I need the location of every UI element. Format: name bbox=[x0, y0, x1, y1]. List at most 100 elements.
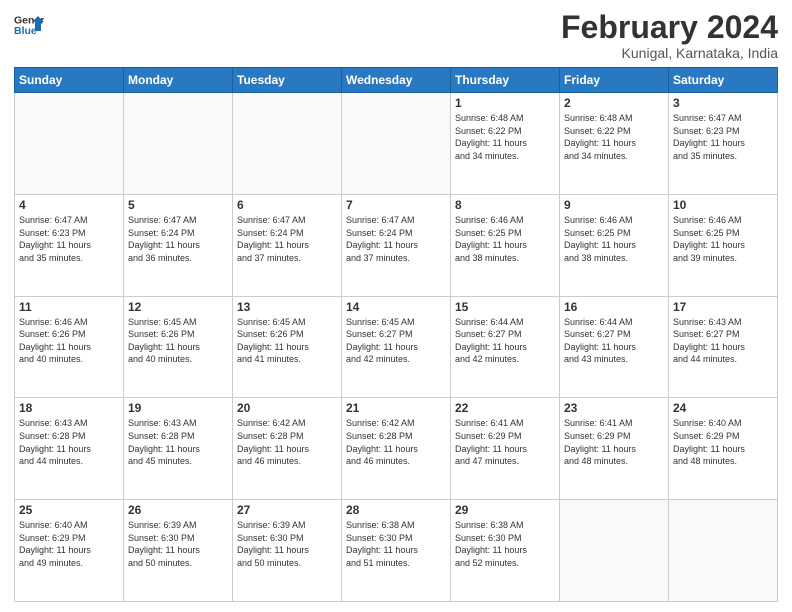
calendar-day-cell: 1 Sunrise: 6:48 AMSunset: 6:22 PMDaylight… bbox=[451, 93, 560, 195]
calendar-day-cell: 5Sunrise: 6:47 AMSunset: 6:24 PMDaylight… bbox=[124, 194, 233, 296]
calendar-day-cell: 10 Sunrise: 6:46 AMSunset: 6:25 PMDayligh… bbox=[669, 194, 778, 296]
calendar-day-cell: 7Sunrise: 6:47 AMSunset: 6:24 PMDaylight… bbox=[342, 194, 451, 296]
weekday-header-row: SundayMondayTuesdayWednesdayThursdayFrid… bbox=[15, 68, 778, 93]
header: General Blue February 2024 Kunigal, Karn… bbox=[14, 10, 778, 61]
weekday-header: Wednesday bbox=[342, 68, 451, 93]
calendar-day-cell: 4 Sunrise: 6:47 AMSunset: 6:23 PMDaylight… bbox=[15, 194, 124, 296]
logo-icon: General Blue bbox=[14, 10, 44, 40]
day-info: Sunrise: 6:43 AMSunset: 6:28 PMDaylight:… bbox=[128, 417, 228, 467]
day-number: 19 bbox=[128, 401, 228, 415]
day-info: Sunrise: 6:48 AMSunset: 6:22 PMDaylight:… bbox=[455, 112, 555, 162]
calendar-day-cell: 6 Sunrise: 6:47 AMSunset: 6:24 PMDaylight… bbox=[233, 194, 342, 296]
day-number: 8 bbox=[455, 198, 555, 212]
day-number: 6 bbox=[237, 198, 337, 212]
day-number: 3 bbox=[673, 96, 773, 110]
day-info: Sunrise: 6:45 AMSunset: 6:27 PMDaylight:… bbox=[346, 316, 446, 366]
day-number: 14 bbox=[346, 300, 446, 314]
calendar-day-cell bbox=[124, 93, 233, 195]
calendar-day-cell: 12 Sunrise: 6:45 AMSunset: 6:26 PMDayligh… bbox=[124, 296, 233, 398]
calendar-day-cell bbox=[560, 500, 669, 602]
day-info: Sunrise: 6:47 AMSunset: 6:23 PMDaylight:… bbox=[673, 112, 773, 162]
day-number: 15 bbox=[455, 300, 555, 314]
calendar-day-cell: 29 Sunrise: 6:38 AMSunset: 6:30 PMDayligh… bbox=[451, 500, 560, 602]
day-number: 12 bbox=[128, 300, 228, 314]
weekday-header: Saturday bbox=[669, 68, 778, 93]
calendar-day-cell: 16 Sunrise: 6:44 AMSunset: 6:27 PMDayligh… bbox=[560, 296, 669, 398]
day-info: Sunrise: 6:40 AMSunset: 6:29 PMDaylight:… bbox=[673, 417, 773, 467]
calendar-day-cell: 22Sunrise: 6:41 AMSunset: 6:29 PMDayligh… bbox=[451, 398, 560, 500]
weekday-header: Sunday bbox=[15, 68, 124, 93]
day-number: 24 bbox=[673, 401, 773, 415]
calendar-day-cell: 18Sunrise: 6:43 AMSunset: 6:28 PMDayligh… bbox=[15, 398, 124, 500]
day-number: 21 bbox=[346, 401, 446, 415]
day-number: 4 bbox=[19, 198, 119, 212]
calendar-day-cell: 28 Sunrise: 6:38 AMSunset: 6:30 PMDayligh… bbox=[342, 500, 451, 602]
calendar-day-cell: 15 Sunrise: 6:44 AMSunset: 6:27 PMDayligh… bbox=[451, 296, 560, 398]
day-number: 29 bbox=[455, 503, 555, 517]
day-info: Sunrise: 6:39 AMSunset: 6:30 PMDaylight:… bbox=[128, 519, 228, 569]
day-info: Sunrise: 6:46 AMSunset: 6:26 PMDaylight:… bbox=[19, 316, 119, 366]
day-info: Sunrise: 6:46 AMSunset: 6:25 PMDaylight:… bbox=[455, 214, 555, 264]
day-info: Sunrise: 6:46 AMSunset: 6:25 PMDaylight:… bbox=[564, 214, 664, 264]
day-info: Sunrise: 6:41 AMSunset: 6:29 PMDaylight:… bbox=[455, 417, 555, 467]
logo: General Blue bbox=[14, 10, 44, 40]
calendar-day-cell: 26 Sunrise: 6:39 AMSunset: 6:30 PMDayligh… bbox=[124, 500, 233, 602]
calendar-day-cell bbox=[342, 93, 451, 195]
subtitle: Kunigal, Karnataka, India bbox=[561, 45, 778, 61]
day-info: Sunrise: 6:44 AMSunset: 6:27 PMDaylight:… bbox=[564, 316, 664, 366]
calendar-day-cell: 24 Sunrise: 6:40 AMSunset: 6:29 PMDayligh… bbox=[669, 398, 778, 500]
main-title: February 2024 bbox=[561, 10, 778, 45]
weekday-header: Thursday bbox=[451, 68, 560, 93]
calendar-day-cell: 8 Sunrise: 6:46 AMSunset: 6:25 PMDaylight… bbox=[451, 194, 560, 296]
calendar-week-row: 25 Sunrise: 6:40 AMSunset: 6:29 PMDayligh… bbox=[15, 500, 778, 602]
day-info: Sunrise: 6:46 AMSunset: 6:25 PMDaylight:… bbox=[673, 214, 773, 264]
day-number: 11 bbox=[19, 300, 119, 314]
day-number: 27 bbox=[237, 503, 337, 517]
day-number: 2 bbox=[564, 96, 664, 110]
calendar-day-cell: 17Sunrise: 6:43 AMSunset: 6:27 PMDayligh… bbox=[669, 296, 778, 398]
weekday-header: Friday bbox=[560, 68, 669, 93]
calendar-day-cell: 2Sunrise: 6:48 AMSunset: 6:22 PMDaylight… bbox=[560, 93, 669, 195]
calendar-day-cell: 13Sunrise: 6:45 AMSunset: 6:26 PMDayligh… bbox=[233, 296, 342, 398]
day-info: Sunrise: 6:40 AMSunset: 6:29 PMDaylight:… bbox=[19, 519, 119, 569]
calendar-day-cell: 25 Sunrise: 6:40 AMSunset: 6:29 PMDayligh… bbox=[15, 500, 124, 602]
day-info: Sunrise: 6:47 AMSunset: 6:24 PMDaylight:… bbox=[237, 214, 337, 264]
calendar-week-row: 18 Sunrise: 6:43 AMSunset: 6:28 PMDayligh… bbox=[15, 398, 778, 500]
calendar-day-cell bbox=[233, 93, 342, 195]
day-info: Sunrise: 6:42 AMSunset: 6:28 PMDaylight:… bbox=[237, 417, 337, 467]
page: General Blue February 2024 Kunigal, Karn… bbox=[0, 0, 792, 612]
calendar-day-cell: 11 Sunrise: 6:46 AMSunset: 6:26 PMDayligh… bbox=[15, 296, 124, 398]
calendar-week-row: 4 Sunrise: 6:47 AMSunset: 6:23 PMDaylight… bbox=[15, 194, 778, 296]
calendar-day-cell: 27Sunrise: 6:39 AMSunset: 6:30 PMDayligh… bbox=[233, 500, 342, 602]
title-area: February 2024 Kunigal, Karnataka, India bbox=[561, 10, 778, 61]
weekday-header: Tuesday bbox=[233, 68, 342, 93]
calendar-week-row: 1 Sunrise: 6:48 AMSunset: 6:22 PMDaylight… bbox=[15, 93, 778, 195]
day-info: Sunrise: 6:45 AMSunset: 6:26 PMDaylight:… bbox=[237, 316, 337, 366]
calendar-day-cell: 23Sunrise: 6:41 AMSunset: 6:29 PMDayligh… bbox=[560, 398, 669, 500]
day-number: 5 bbox=[128, 198, 228, 212]
calendar-day-cell: 9Sunrise: 6:46 AMSunset: 6:25 PMDaylight… bbox=[560, 194, 669, 296]
day-number: 28 bbox=[346, 503, 446, 517]
day-number: 25 bbox=[19, 503, 119, 517]
day-info: Sunrise: 6:44 AMSunset: 6:27 PMDaylight:… bbox=[455, 316, 555, 366]
calendar-day-cell: 3 Sunrise: 6:47 AMSunset: 6:23 PMDaylight… bbox=[669, 93, 778, 195]
day-info: Sunrise: 6:43 AMSunset: 6:27 PMDaylight:… bbox=[673, 316, 773, 366]
day-info: Sunrise: 6:47 AMSunset: 6:23 PMDaylight:… bbox=[19, 214, 119, 264]
svg-text:Blue: Blue bbox=[14, 25, 37, 37]
day-number: 20 bbox=[237, 401, 337, 415]
day-info: Sunrise: 6:45 AMSunset: 6:26 PMDaylight:… bbox=[128, 316, 228, 366]
day-number: 18 bbox=[19, 401, 119, 415]
calendar-table: SundayMondayTuesdayWednesdayThursdayFrid… bbox=[14, 67, 778, 602]
day-info: Sunrise: 6:38 AMSunset: 6:30 PMDaylight:… bbox=[455, 519, 555, 569]
day-info: Sunrise: 6:41 AMSunset: 6:29 PMDaylight:… bbox=[564, 417, 664, 467]
day-number: 10 bbox=[673, 198, 773, 212]
calendar-day-cell: 20 Sunrise: 6:42 AMSunset: 6:28 PMDayligh… bbox=[233, 398, 342, 500]
day-number: 16 bbox=[564, 300, 664, 314]
calendar-day-cell bbox=[15, 93, 124, 195]
calendar-week-row: 11 Sunrise: 6:46 AMSunset: 6:26 PMDayligh… bbox=[15, 296, 778, 398]
day-info: Sunrise: 6:42 AMSunset: 6:28 PMDaylight:… bbox=[346, 417, 446, 467]
day-number: 26 bbox=[128, 503, 228, 517]
day-number: 1 bbox=[455, 96, 555, 110]
day-info: Sunrise: 6:38 AMSunset: 6:30 PMDaylight:… bbox=[346, 519, 446, 569]
calendar-day-cell: 19 Sunrise: 6:43 AMSunset: 6:28 PMDayligh… bbox=[124, 398, 233, 500]
